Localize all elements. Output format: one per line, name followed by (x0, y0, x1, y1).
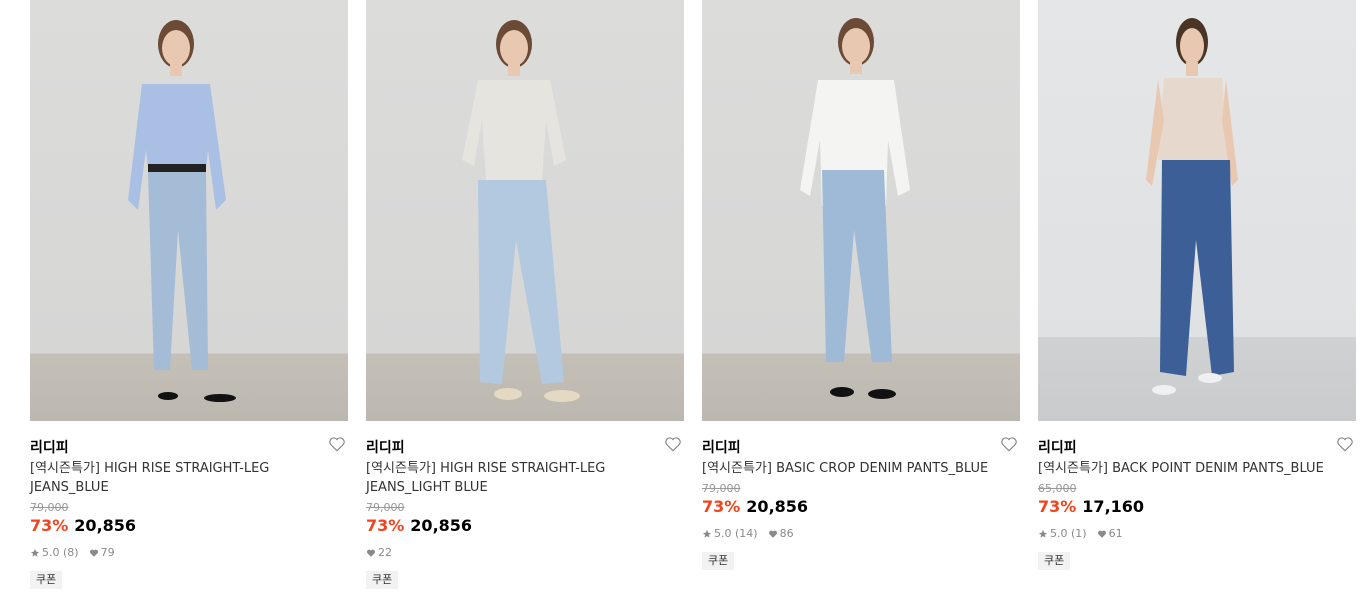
sale-price: 20,856 (746, 497, 809, 516)
heart-icon (1097, 530, 1106, 538)
coupon-badge: 쿠폰 (366, 571, 399, 589)
price-row: 73% 17,160 (1038, 496, 1356, 518)
heart-outline-icon[interactable] (328, 435, 346, 453)
brand-name[interactable]: 리디피 (702, 437, 741, 457)
price-row: 73% 20,856 (366, 515, 684, 537)
product-card-3[interactable]: 리디피 [역시즌특가] BASIC CROP DENIM PANTS_BLUE … (702, 0, 1020, 570)
product-title[interactable]: [역시즌특가] BACK POINT DENIM PANTS_BLUE (1038, 459, 1338, 478)
original-price: 79,000 (30, 501, 69, 514)
likes-count: 86 (779, 527, 794, 540)
coupon-badge: 쿠폰 (1038, 552, 1071, 570)
likes-count: 22 (378, 546, 392, 559)
original-price: 65,000 (1038, 482, 1077, 495)
model-figure (128, 20, 236, 402)
heart-outline-icon[interactable] (664, 435, 682, 453)
product-card-1[interactable]: 리디피 [역시즌특가] HIGH RISE STRAIGHT-LEG JEANS… (30, 0, 348, 589)
heart-outline-icon[interactable] (1336, 435, 1354, 453)
product-title[interactable]: [역시즌특가] BASIC CROP DENIM PANTS_BLUE (702, 459, 1002, 478)
star-icon (702, 529, 712, 538)
product-image-1[interactable] (30, 0, 348, 421)
product-card-2[interactable]: 리디피 [역시즌특가] HIGH RISE STRAIGHT-LEG JEANS… (366, 0, 684, 589)
discount-rate: 73% (702, 497, 741, 516)
heart-icon (366, 549, 376, 557)
review-meta: 22 (366, 545, 684, 561)
product-title[interactable]: [역시즌특가] HIGH RISE STRAIGHT-LEG JEANS_LIG… (366, 459, 666, 497)
review-meta: 5.0 (8) 79 (30, 545, 348, 561)
discount-rate: 73% (30, 516, 69, 535)
rating-text: 5.0 (14) (714, 527, 758, 540)
sale-price: 17,160 (1082, 497, 1145, 516)
coupon-badge: 쿠폰 (30, 571, 63, 589)
price-row: 73% 20,856 (702, 496, 1020, 518)
brand-name[interactable]: 리디피 (30, 437, 69, 457)
product-image-4[interactable] (1038, 0, 1356, 421)
model-figure (462, 20, 580, 402)
original-price: 79,000 (702, 482, 741, 495)
rating-text: 5.0 (8) (42, 546, 79, 559)
product-card-4[interactable]: 리디피 [역시즌특가] BACK POINT DENIM PANTS_BLUE … (1038, 0, 1356, 570)
coupon-badge: 쿠폰 (702, 552, 735, 570)
star-icon (30, 548, 40, 557)
product-image-3[interactable] (702, 0, 1020, 421)
heart-outline-icon[interactable] (1000, 435, 1018, 453)
brand-name[interactable]: 리디피 (366, 437, 405, 457)
product-image-2[interactable] (366, 0, 684, 421)
price-row: 73% 20,856 (30, 515, 348, 537)
review-meta: 5.0 (1) 61 (1038, 526, 1356, 542)
sale-price: 20,856 (410, 516, 473, 535)
likes-count: 61 (1108, 527, 1123, 540)
discount-rate: 73% (366, 516, 405, 535)
heart-icon (768, 530, 777, 538)
product-title[interactable]: [역시즌특가] HIGH RISE STRAIGHT-LEG JEANS_BLU… (30, 459, 330, 497)
sale-price: 20,856 (74, 516, 137, 535)
brand-name[interactable]: 리디피 (1038, 437, 1077, 457)
review-meta: 5.0 (14) 86 (702, 526, 1020, 542)
heart-icon (89, 549, 98, 557)
rating-text: 5.0 (1) (1050, 527, 1087, 540)
discount-rate: 73% (1038, 497, 1077, 516)
original-price: 79,000 (366, 501, 405, 514)
likes-count: 79 (100, 546, 115, 559)
model-figure (800, 18, 910, 399)
model-figure (1146, 18, 1238, 395)
star-icon (1038, 529, 1048, 538)
